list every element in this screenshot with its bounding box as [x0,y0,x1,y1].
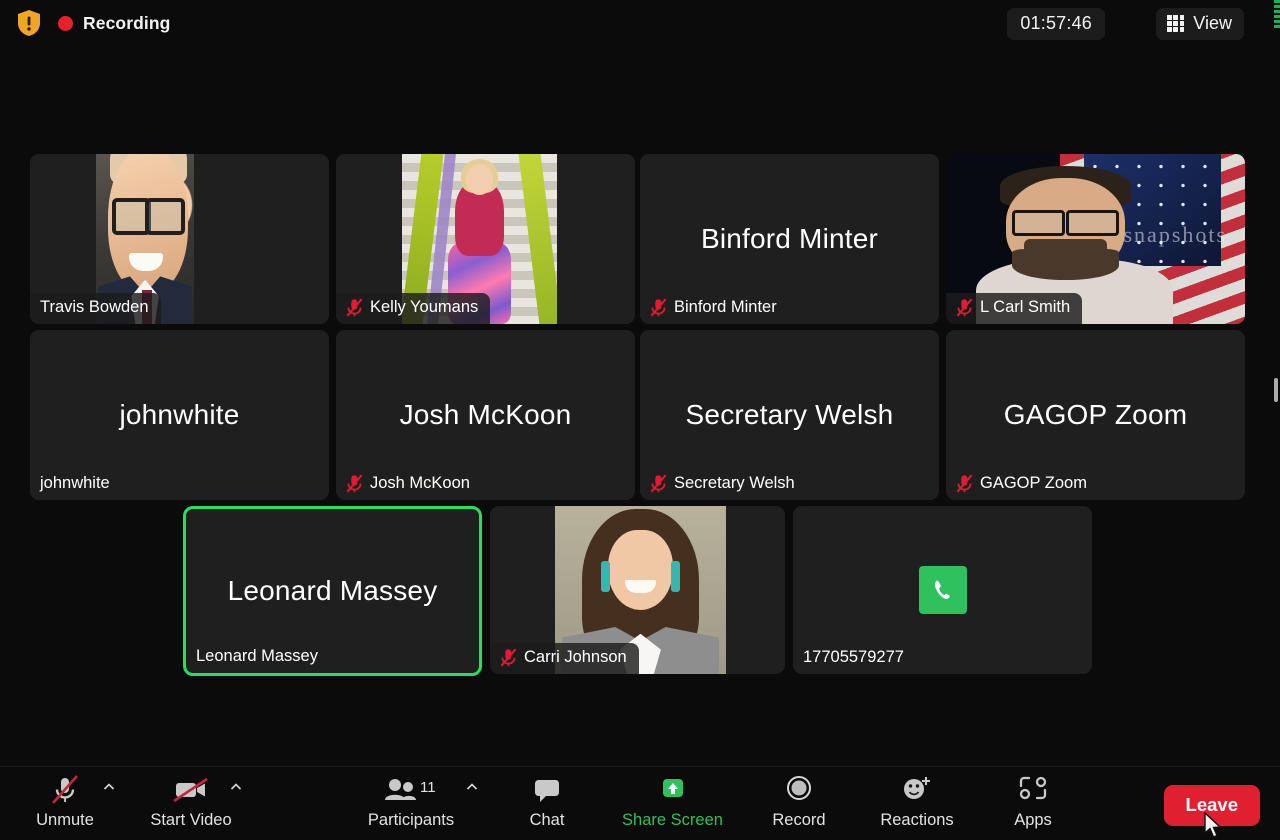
participant-name-label: Travis Bowden [40,298,149,316]
muted-microphone-icon [956,474,973,493]
muted-microphone-icon [500,648,517,667]
participant-name-bar: Travis Bowden [30,293,161,324]
toolbar-record-label: Record [772,811,826,829]
participant-tile[interactable]: Secretary Welsh Secretary Welsh [640,330,939,500]
offscreen-green-indicator [1274,0,1280,30]
muted-microphone-icon [650,474,667,493]
participant-name-label: Leonard Massey [196,647,318,665]
participant-name-bar: Kelly Youmans [336,293,491,324]
toolbar-record-button[interactable]: Record [744,773,854,830]
participant-large-name: GAGOP Zoom [1003,399,1188,430]
participant-gallery: Travis Bowden Kelly Youmans Binford Minter… [0,46,1280,766]
toolbar-share-screen-label: Share Screen [622,811,723,829]
participant-name-label: Secretary Welsh [674,474,795,492]
participant-name-label: 17705579277 [803,648,904,666]
participant-tile[interactable]: 17705579277 [793,506,1092,674]
participant-name-bar: Leonard Massey [186,642,330,673]
mouse-cursor [1203,811,1225,840]
grid-view-icon [1167,15,1185,32]
toolbar-participants-label: Participants [367,811,455,829]
microphone-muted-icon [48,773,82,807]
muted-microphone-icon [346,474,363,493]
participant-name-label: Josh McKoon [370,474,470,492]
muted-microphone-icon [346,298,363,317]
participant-large-name: Josh McKoon [399,399,572,430]
participant-name-label: GAGOP Zoom [980,474,1087,492]
muted-microphone-icon [956,298,973,317]
toolbar-participants-button[interactable]: 11 Participants [356,773,466,830]
participant-name-bar: Carri Johnson [490,643,639,674]
participant-name-bar: Secretary Welsh [640,469,807,500]
participant-name-label: Kelly Youmans [370,298,479,316]
participant-tile[interactable]: GAGOP Zoom GAGOP Zoom [946,330,1245,500]
participant-name-bar: 17705579277 [793,643,916,674]
meeting-toolbar: Unmute Start Video 11 Participants Chat … [0,766,1280,840]
recording-status[interactable]: Recording [52,11,176,36]
recording-indicator-group: Recording [16,9,176,37]
participants-icon: 11 [380,773,442,807]
participant-tile[interactable]: snapshots L Carl Smith [946,154,1245,324]
participant-name-bar: GAGOP Zoom [946,469,1099,500]
reactions-smiley-icon [898,773,936,807]
muted-microphone-icon [650,298,667,317]
toolbar-chat-label: Chat [529,811,565,829]
participant-name-bar: L Carl Smith [946,293,1083,324]
participant-large-name: johnwhite [119,399,240,430]
toolbar-chat-button[interactable]: Chat [492,773,602,830]
phone-call-icon [918,566,967,614]
participant-tile[interactable]: Binford Minter Binford Minter [640,154,939,324]
camera-off-icon [171,773,211,807]
participant-name-bar: johnwhite [30,469,122,500]
participant-large-name: Secretary Welsh [685,399,894,430]
view-button[interactable]: View [1156,8,1244,40]
recording-label: Recording [83,12,171,33]
participant-tile[interactable]: Kelly Youmans [336,154,635,324]
participant-name-label: Binford Minter [674,298,777,316]
participant-name-label: L Carl Smith [980,298,1071,316]
participant-tile[interactable]: Leonard Massey Leonard Massey [183,506,482,676]
top-bar: Recording 01:57:46 View [0,0,1280,46]
toolbar-reactions-label: Reactions [880,811,954,829]
participant-large-name: Leonard Massey [227,575,438,606]
participant-name-label: johnwhite [40,474,110,492]
participant-large-name: Binford Minter [700,223,879,254]
participant-tile[interactable]: Josh McKoon Josh McKoon [336,330,635,500]
meeting-timer: 01:57:46 [1007,8,1105,40]
share-screen-icon [656,773,690,807]
chat-bubble-icon [530,773,564,807]
toolbar-apps-button[interactable]: Apps [978,773,1088,830]
participant-tile[interactable]: Carri Johnson [490,506,785,674]
apps-icon [1016,773,1050,807]
toolbar-unmute-label: Unmute [36,811,94,829]
participant-tile[interactable]: johnwhite johnwhite [30,330,329,500]
audio-options-chevron-up-icon[interactable] [103,781,115,793]
video-options-chevron-up-icon[interactable] [230,781,242,793]
toolbar-reactions-button[interactable]: Reactions [862,773,972,830]
view-button-label: View [1193,13,1232,33]
participant-tile[interactable]: Travis Bowden [30,154,329,324]
toolbar-share-screen-button[interactable]: Share Screen [600,773,745,830]
svg-text:11: 11 [420,779,436,796]
participant-name-bar: Binford Minter [640,293,789,324]
participants-chevron-up-icon[interactable] [466,781,478,793]
toolbar-apps-label: Apps [1014,811,1052,829]
scrollbar-thumb[interactable] [1274,378,1278,402]
record-circle-icon [782,773,816,807]
participant-name-label: Carri Johnson [524,648,627,666]
toolbar-start-video-label: Start Video [150,811,232,829]
participant-name-bar: Josh McKoon [336,469,482,500]
recording-dot-icon [58,15,73,31]
security-shield-icon[interactable] [16,9,42,37]
